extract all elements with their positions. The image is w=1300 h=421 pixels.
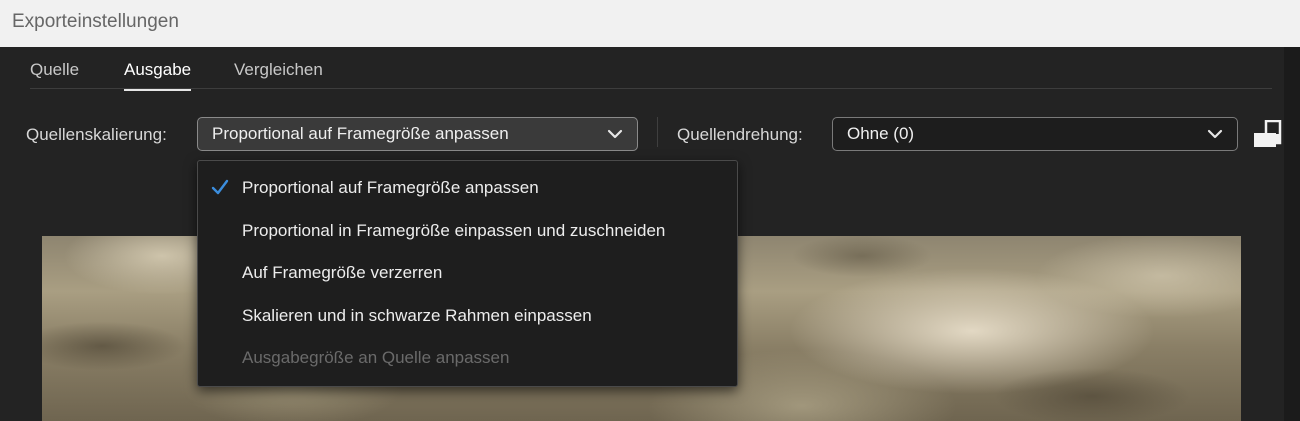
rotation-label: Quellendrehung: (677, 125, 803, 144)
tab-quelle[interactable]: Quelle (30, 60, 79, 90)
menu-item-label: Auf Framegröße verzerren (242, 263, 443, 282)
menu-item-label: Proportional in Framegröße einpassen und… (242, 221, 666, 240)
tab-divider (30, 88, 1272, 89)
menu-item-proportional-crop[interactable]: Proportional in Framegröße einpassen und… (198, 221, 737, 264)
menu-item-letterbox[interactable]: Skalieren und in schwarze Rahmen einpass… (198, 306, 737, 349)
rotation-select[interactable]: Ohne (0) (832, 117, 1238, 151)
menu-item-proportional-fit[interactable]: Proportional auf Framegröße anpassen (198, 178, 737, 221)
window-title: Exporteinstellungen (0, 0, 1300, 47)
rotation-select-value: Ohne (0) (847, 124, 915, 143)
scaling-label: Quellenskalierung: (26, 125, 167, 144)
menu-item-match-source: Ausgabegröße an Quelle anpassen (198, 348, 737, 391)
scaling-select[interactable]: Proportional auf Framegröße anpassen (197, 117, 638, 151)
menu-item-label: Proportional auf Framegröße anpassen (242, 178, 539, 197)
scaling-select-value: Proportional auf Framegröße anpassen (212, 124, 509, 143)
scaling-dropdown-menu: Proportional auf Framegröße anpassen Pro… (197, 160, 738, 387)
checkmark-icon (211, 179, 229, 195)
menu-item-label: Ausgabegröße an Quelle anpassen (242, 348, 510, 367)
rotate-icon[interactable] (1253, 120, 1284, 150)
chevron-down-icon (607, 129, 623, 139)
tab-ausgabe[interactable]: Ausgabe (124, 60, 192, 91)
toolbar-divider (657, 117, 658, 147)
menu-item-stretch[interactable]: Auf Framegröße verzerren (198, 263, 737, 306)
chevron-down-icon (1207, 129, 1223, 139)
panel-edge (1284, 47, 1300, 421)
menu-item-label: Skalieren und in schwarze Rahmen einpass… (242, 306, 592, 325)
tab-vergleichen[interactable]: Vergleichen (234, 60, 323, 90)
